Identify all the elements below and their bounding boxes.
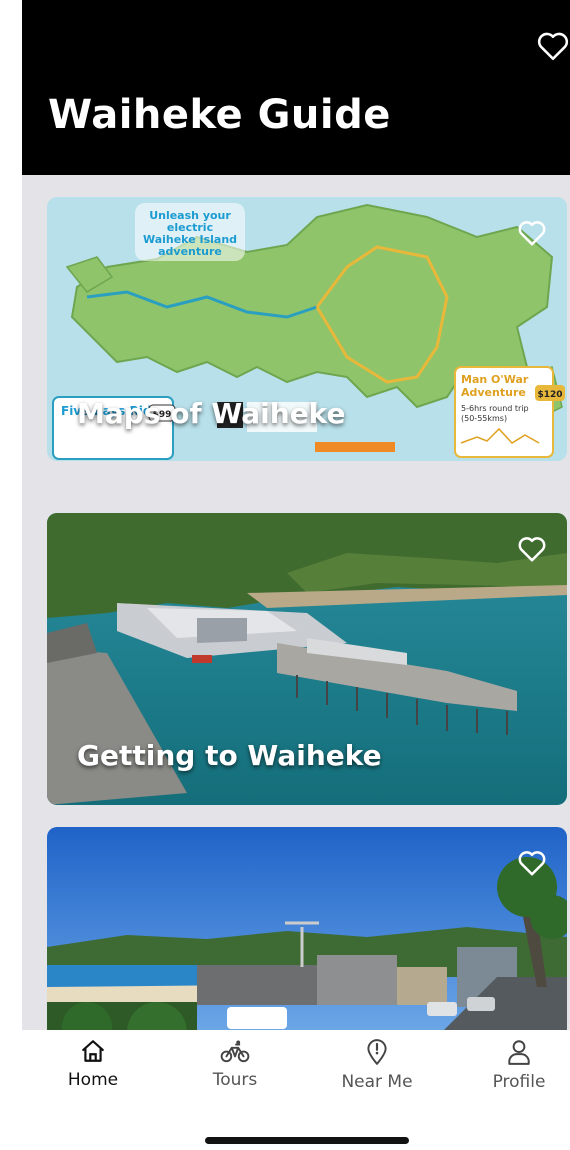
home-indicator[interactable] [205,1137,409,1144]
heart-icon[interactable] [536,30,570,62]
page-title: Waiheke Guide [48,92,391,138]
location-pin-icon [367,1039,387,1065]
tab-home[interactable]: Home [38,1038,148,1090]
tab-profile[interactable]: Profile [464,1038,570,1092]
app-header: Waiheke Guide [22,0,570,175]
card-list[interactable]: Unleash your electric Waiheke Island adv… [22,175,570,1030]
card-title: Getting to Waiheke [77,739,382,772]
tab-label: Profile [492,1072,546,1092]
svg-text:(50-55kms): (50-55kms) [461,414,507,423]
tab-near-me[interactable]: Near Me [322,1038,432,1092]
tab-label: Home [67,1070,119,1090]
svg-text:Adventure: Adventure [461,386,526,399]
person-icon [508,1040,530,1065]
heart-icon[interactable] [517,535,547,563]
svg-text:5-6hrs round trip: 5-6hrs round trip [461,404,529,413]
village-image [47,827,567,1030]
tab-label: Tours [212,1070,258,1090]
svg-text:$120: $120 [537,390,562,400]
tab-bar: Home Tours Near Me Profile [22,1030,570,1150]
card-getting-there[interactable]: Getting to Waiheke [47,513,567,805]
heart-icon[interactable] [517,849,547,877]
svg-text:adventure: adventure [158,245,222,258]
map-headline: Unleash your electric Waiheke Island adv… [135,203,245,261]
svg-text:Man O'War: Man O'War [461,373,529,386]
bicycle-icon [220,1040,250,1063]
card-maps[interactable]: Unleash your electric Waiheke Island adv… [47,197,567,461]
card-title: Maps of Waiheke [77,397,346,430]
home-icon [82,1040,104,1062]
heart-icon[interactable] [517,219,547,247]
card-village[interactable] [47,827,567,1030]
tab-tours[interactable]: Tours [180,1038,290,1090]
tab-label: Near Me [341,1072,413,1092]
